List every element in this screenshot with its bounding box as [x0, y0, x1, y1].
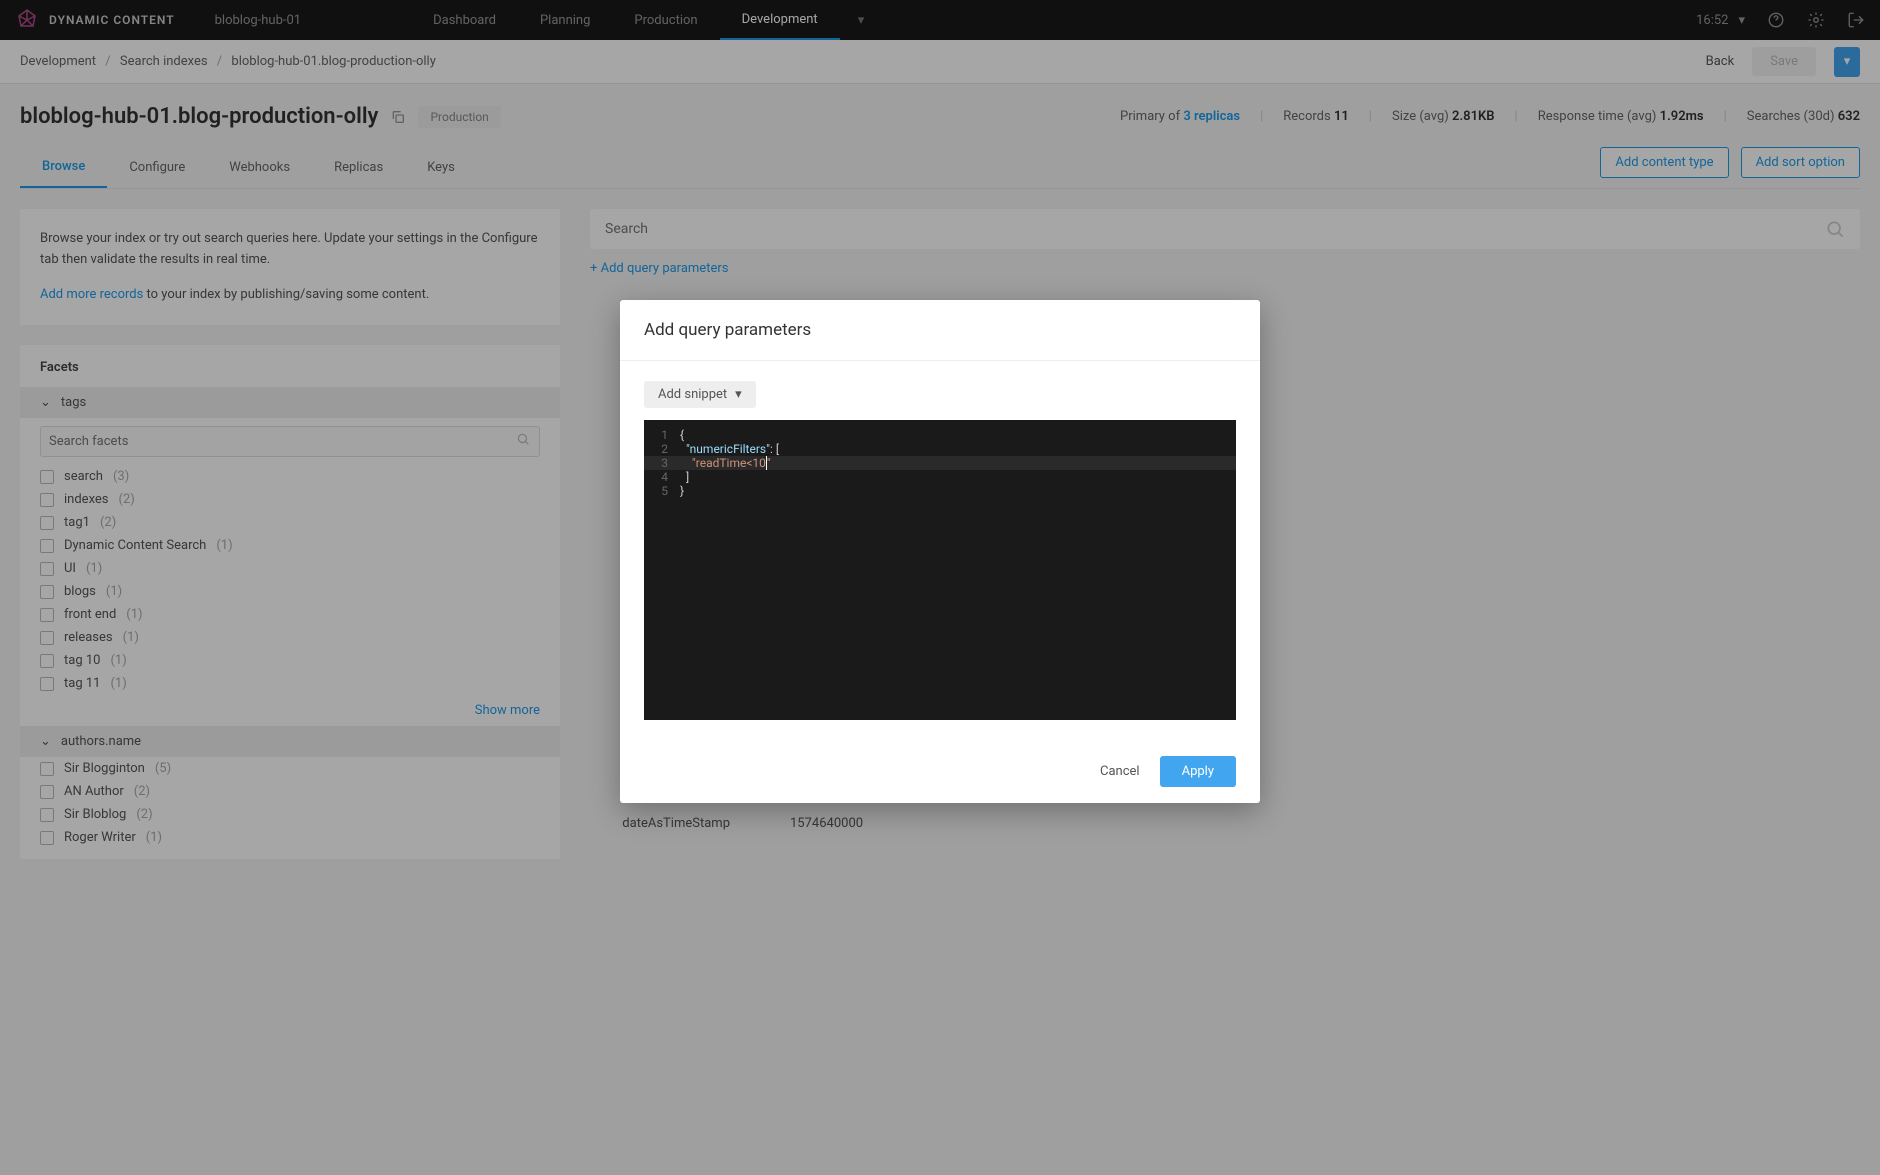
modal-footer: Cancel Apply	[620, 740, 1260, 803]
line-number: 3	[644, 456, 680, 470]
query-params-modal: Add query parameters Add snippet ▾ 1{2 "…	[620, 300, 1260, 803]
line-number: 4	[644, 470, 680, 484]
line-content: ]	[680, 470, 1236, 484]
snippet-label: Add snippet	[658, 387, 727, 402]
code-line[interactable]: 2 "numericFilters": [	[644, 442, 1236, 456]
modal-title: Add query parameters	[620, 300, 1260, 361]
modal-body: Add snippet ▾ 1{2 "numericFilters": [3 "…	[620, 361, 1260, 740]
chevron-down-icon: ▾	[735, 387, 742, 402]
code-line[interactable]: 3 "readTime<10"	[644, 456, 1236, 470]
code-line[interactable]: 1{	[644, 428, 1236, 442]
line-content: "readTime<10"	[680, 456, 1236, 470]
apply-button[interactable]: Apply	[1160, 756, 1236, 787]
line-number: 5	[644, 484, 680, 498]
code-line[interactable]: 5}	[644, 484, 1236, 498]
line-content: {	[680, 428, 1236, 442]
line-content: "numericFilters": [	[680, 442, 1236, 456]
modal-overlay[interactable]: Add query parameters Add snippet ▾ 1{2 "…	[0, 0, 1880, 1175]
line-content: }	[680, 484, 1236, 498]
line-number: 1	[644, 428, 680, 442]
add-snippet-button[interactable]: Add snippet ▾	[644, 381, 756, 408]
code-line[interactable]: 4 ]	[644, 470, 1236, 484]
code-editor[interactable]: 1{2 "numericFilters": [3 "readTime<10"4 …	[644, 420, 1236, 720]
cancel-button[interactable]: Cancel	[1100, 764, 1140, 779]
line-number: 2	[644, 442, 680, 456]
